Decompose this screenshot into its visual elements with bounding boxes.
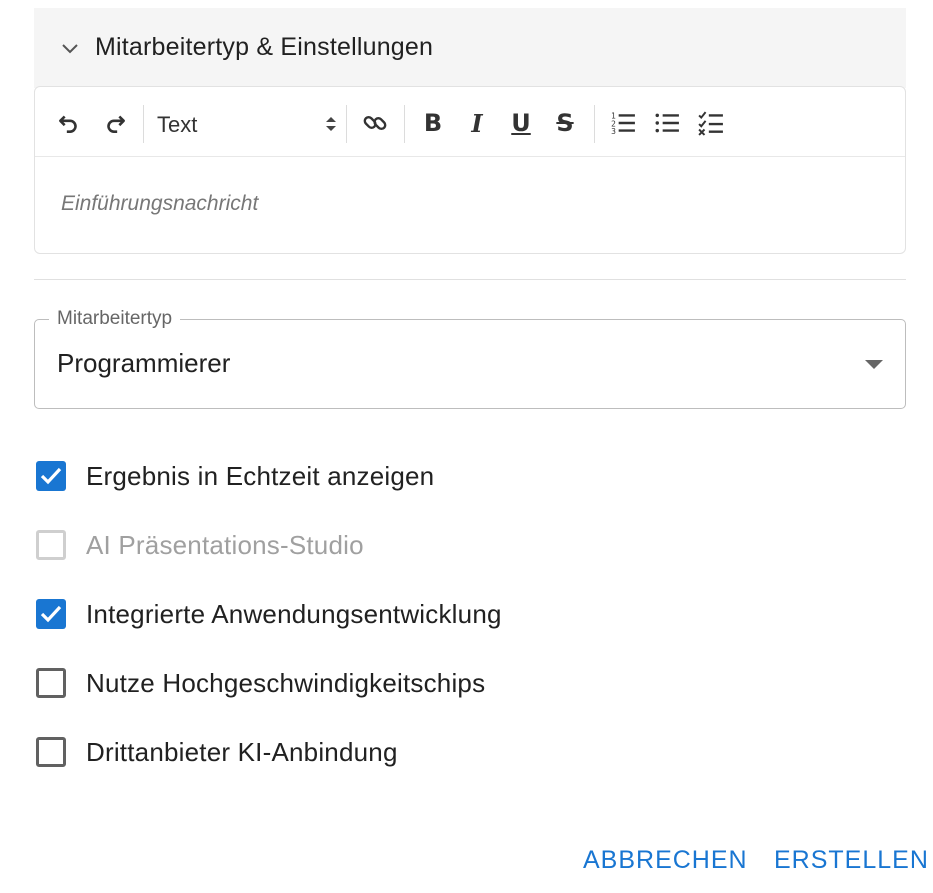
checkbox-unchecked-icon[interactable] [36, 668, 66, 698]
undo-button[interactable] [55, 109, 83, 137]
employee-type-select[interactable]: Mitarbeitertyp Programmierer [34, 308, 906, 409]
bullet-list-icon [655, 113, 679, 133]
editor-toolbar: Text B I U S 1 2 3 [35, 87, 905, 157]
toolbar-divider [346, 105, 347, 143]
format-select[interactable]: Text [157, 109, 337, 139]
check-list-icon [698, 111, 723, 136]
redo-icon [107, 115, 125, 133]
cancel-button[interactable]: ABBRECHEN [583, 846, 748, 875]
svg-text:3: 3 [611, 127, 616, 136]
rich-text-editor: Text B I U S 1 2 3 Einführungsnachricht [34, 86, 906, 254]
checkbox-unchecked-icon[interactable] [36, 737, 66, 767]
option-label: Nutze Hochgeschwindigkeitschips [86, 668, 486, 698]
chevron-down-icon[interactable] [58, 36, 82, 60]
undo-icon [59, 115, 77, 133]
employee-type-label: Mitarbeitertyp [49, 308, 181, 330]
employee-type-value: Programmierer [57, 348, 231, 378]
option-ai-presentation-studio: AI Präsentations-Studio [34, 525, 734, 565]
settings-panel-header[interactable]: Mitarbeitertyp & Einstellungen [34, 8, 906, 88]
create-button[interactable]: ERSTELLEN [774, 846, 929, 875]
section-divider [34, 279, 906, 280]
checkbox-checked-icon[interactable] [36, 461, 66, 491]
panel-title: Mitarbeitertyp & Einstellungen [95, 33, 434, 61]
option-label: Integrierte Anwendungsentwicklung [86, 599, 502, 629]
checkbox-checked-icon[interactable] [36, 599, 66, 629]
link-icon [363, 115, 387, 131]
ordered-list-icon: 1 2 3 [611, 112, 635, 136]
toolbar-divider [594, 105, 595, 143]
option-realtime-result[interactable]: Ergebnis in Echtzeit anzeigen [34, 456, 734, 496]
ordered-list-button[interactable]: 1 2 3 [609, 109, 637, 137]
format-select-value: Text [157, 112, 198, 137]
strikethrough-button[interactable]: S [551, 109, 579, 137]
intro-message-input[interactable]: Einführungsnachricht [61, 192, 258, 216]
checkbox-disabled-icon [36, 530, 66, 560]
bold-button[interactable]: B [419, 109, 447, 137]
select-arrows-icon [326, 117, 336, 131]
bullet-list-button[interactable] [653, 109, 681, 137]
check-list-button[interactable] [697, 109, 725, 137]
option-label: Ergebnis in Echtzeit anzeigen [86, 461, 435, 491]
dropdown-caret-icon[interactable] [865, 360, 883, 369]
italic-button[interactable]: I [463, 109, 491, 138]
option-integrated-app-dev[interactable]: Integrierte Anwendungsentwicklung [34, 594, 734, 634]
underline-button[interactable]: U [507, 109, 535, 137]
option-label: Drittanbieter KI-Anbindung [86, 737, 398, 767]
link-button[interactable] [361, 109, 389, 137]
toolbar-divider [143, 105, 144, 143]
option-high-speed-chips[interactable]: Nutze Hochgeschwindigkeitschips [34, 663, 734, 703]
toolbar-divider [404, 105, 405, 143]
option-third-party-ai[interactable]: Drittanbieter KI-Anbindung [34, 732, 734, 772]
option-label: AI Präsentations-Studio [86, 530, 364, 560]
redo-button[interactable] [101, 109, 129, 137]
